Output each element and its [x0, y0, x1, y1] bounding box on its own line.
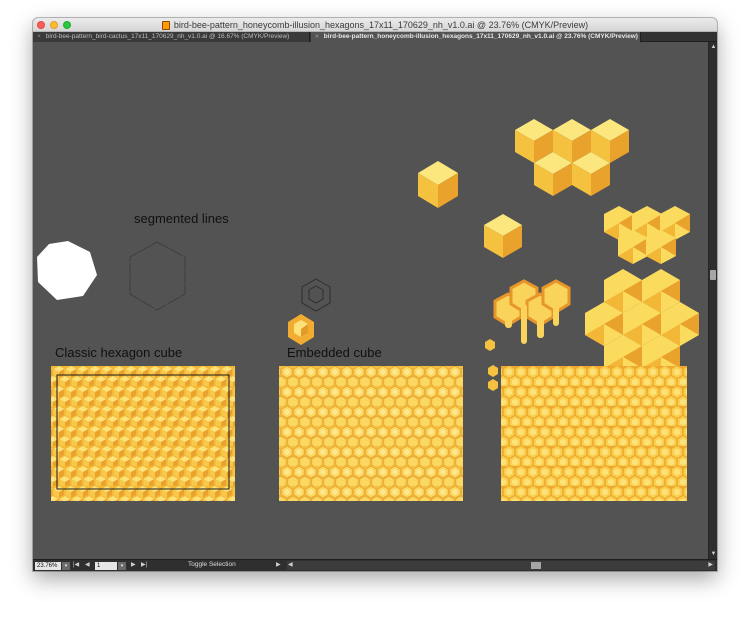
title-bar: bird-bee-pattern_honeycomb-illusion_hexa… [33, 18, 717, 32]
scroll-right-arrow-icon[interactable]: ▶ [708, 561, 713, 568]
tab-label: bird-bee-pattern_honeycomb-illusion_hexa… [323, 33, 638, 40]
cube-shape-medium[interactable] [484, 214, 522, 258]
vertical-scroll-thumb[interactable] [710, 270, 716, 280]
scroll-up-arrow-icon[interactable]: ▲ [710, 43, 717, 51]
pinwheel-cluster-large[interactable] [585, 269, 699, 379]
tool-status-text: Toggle Selection [188, 561, 236, 568]
document-tab-bar: × bird-bee-pattern_bird-cactus_17x11_1706… [33, 32, 717, 42]
tab-bird-cactus[interactable]: × bird-bee-pattern_bird-cactus_17x11_1706… [33, 32, 310, 42]
document-canvas[interactable]: segmented lines Classic hexagon cube Emb… [33, 42, 708, 559]
small-cube-shape[interactable] [288, 314, 314, 345]
close-tab-icon[interactable]: × [37, 33, 41, 40]
horizontal-scrollbar[interactable]: ◀ ▶ [287, 561, 715, 570]
window-title: bird-bee-pattern_honeycomb-illusion_hexa… [173, 20, 589, 30]
artboard-number-field[interactable]: 1 [95, 562, 117, 570]
tab-honeycomb-illusion[interactable]: × bird-bee-pattern_honeycomb-illusion_hex… [311, 32, 641, 42]
horizontal-scroll-thumb[interactable] [531, 562, 541, 569]
window-title-wrap: bird-bee-pattern_honeycomb-illusion_hexa… [33, 18, 717, 32]
previous-artboard-icon[interactable]: ◀ [85, 561, 90, 568]
tiny-hexagon-shapes[interactable] [485, 339, 498, 391]
white-heptagon-shape[interactable] [37, 241, 97, 300]
illustrator-window: bird-bee-pattern_honeycomb-illusion_hexa… [33, 18, 717, 571]
scroll-left-arrow-icon[interactable]: ◀ [288, 561, 293, 568]
cube-cluster-shape[interactable] [515, 119, 629, 196]
segmented-lines-label: segmented lines [134, 211, 229, 226]
nested-hexagon-panel[interactable] [501, 366, 687, 501]
embedded-cube-panel[interactable] [279, 366, 463, 501]
segmented-hexagon-outline[interactable] [129, 241, 186, 311]
next-artboard-icon[interactable]: ▶ [131, 561, 136, 568]
document-icon [161, 20, 170, 30]
last-artboard-icon[interactable]: ▶| [141, 561, 147, 568]
artwork-svg [37, 119, 699, 501]
close-tab-icon[interactable]: × [315, 33, 319, 40]
first-artboard-icon[interactable]: |◀ [73, 561, 79, 568]
cube-shape-large[interactable] [418, 161, 458, 208]
pinwheel-cluster-small[interactable] [604, 206, 690, 264]
classic-hexagon-cube-label: Classic hexagon cube [55, 345, 183, 360]
status-menu-arrow-icon[interactable]: ▶ [276, 561, 281, 568]
scroll-down-arrow-icon[interactable]: ▼ [710, 550, 717, 558]
embedded-cube-label: Embedded cube [287, 345, 382, 360]
dripping-honeycomb-shape[interactable] [493, 279, 571, 344]
status-bar: 23.76% ▾ |◀ ◀ 1 ▾ ▶ ▶| Toggle Selection … [33, 559, 717, 571]
classic-hexagon-cube-panel[interactable] [51, 366, 235, 501]
zoom-level-field[interactable]: 23.76% [35, 562, 61, 570]
vertical-scrollbar[interactable]: ▲ ▼ [708, 42, 717, 559]
concentric-hexagon-outline[interactable] [301, 278, 331, 312]
tab-label: bird-bee-pattern_bird-cactus_17x11_17062… [45, 33, 290, 40]
zoom-dropdown-button[interactable]: ▾ [62, 562, 70, 570]
artboard-dropdown-button[interactable]: ▾ [118, 562, 126, 570]
